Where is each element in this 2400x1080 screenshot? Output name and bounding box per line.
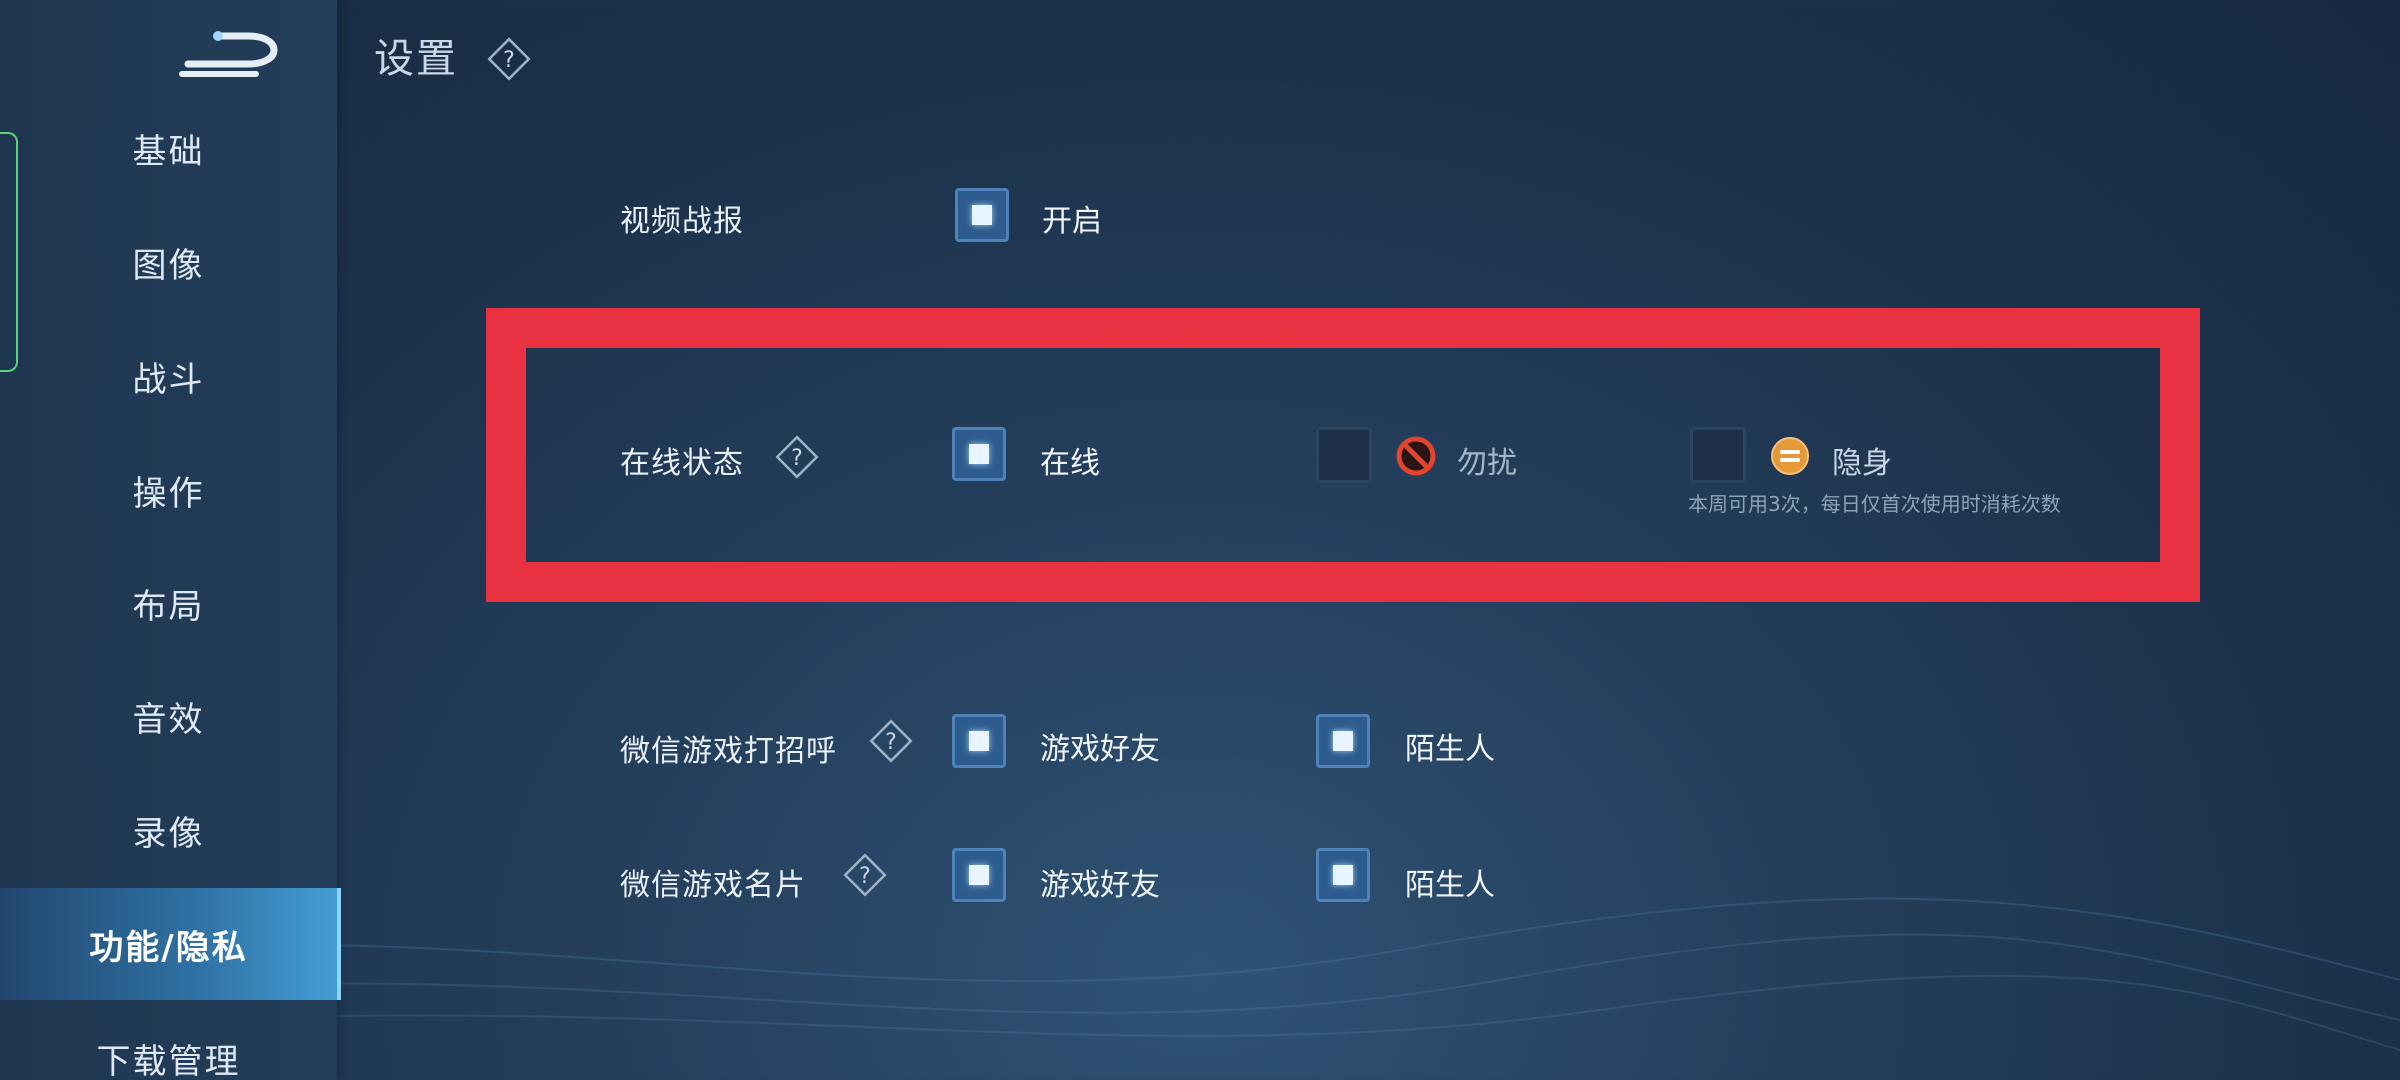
page-title: 设置 xyxy=(374,36,458,82)
wechat-card-help-icon[interactable]: ? xyxy=(842,852,888,898)
sidebar-item-graphics[interactable]: 图像 xyxy=(0,212,337,312)
sidebar-item-replay[interactable]: 录像 xyxy=(0,780,337,880)
svg-text:?: ? xyxy=(859,864,871,889)
wechat-greeting-label: 微信游戏打招呼 xyxy=(620,734,837,769)
wechat-greeting-friends-checkbox[interactable] xyxy=(952,714,1006,768)
sidebar-item-label: 功能/隐私 xyxy=(89,927,248,968)
sidebar-item-label: 下载管理 xyxy=(96,1041,241,1080)
no-disturb-option-label: 勿扰 xyxy=(1457,446,1517,481)
sidebar-item-sound[interactable]: 音效 xyxy=(0,666,337,766)
sidebar-item-combat[interactable]: 战斗 xyxy=(0,326,337,426)
svg-text:?: ? xyxy=(885,730,897,755)
svg-text:?: ? xyxy=(503,48,515,73)
wechat-card-friends-label: 游戏好友 xyxy=(1040,868,1160,903)
no-disturb-icon xyxy=(1396,436,1436,476)
wechat-card-friends-checkbox[interactable] xyxy=(952,848,1006,902)
wechat-greeting-friends-label: 游戏好友 xyxy=(1040,732,1160,767)
help-icon[interactable]: ? xyxy=(486,36,532,82)
background-wave-decoration xyxy=(0,897,2400,1051)
sidebar-item-download-management[interactable]: 下载管理 xyxy=(0,1010,337,1080)
invisible-option-checkbox[interactable] xyxy=(1690,427,1746,483)
wechat-card-strangers-checkbox[interactable] xyxy=(1316,848,1370,902)
sidebar-item-controls[interactable]: 操作 xyxy=(0,440,337,540)
online-status-help-icon[interactable]: ? xyxy=(774,434,820,480)
video-report-label: 视频战报 xyxy=(620,204,744,239)
video-report-checkbox[interactable] xyxy=(955,188,1009,242)
sidebar-item-features-privacy[interactable]: 功能/隐私 xyxy=(0,888,341,1000)
no-disturb-option-checkbox[interactable] xyxy=(1316,427,1372,483)
sidebar-item-label: 基础 xyxy=(132,131,205,172)
online-option-checkbox[interactable] xyxy=(952,427,1006,481)
sidebar-item-basic[interactable]: 基础 xyxy=(0,98,337,198)
sidebar-item-label: 录像 xyxy=(132,813,205,854)
sidebar-item-label: 布局 xyxy=(132,586,205,627)
wechat-greeting-strangers-label: 陌生人 xyxy=(1405,732,1495,767)
sidebar-item-layout[interactable]: 布局 xyxy=(0,553,337,653)
invisible-usage-note: 本周可用3次，每日仅首次使用时消耗次数 xyxy=(1688,492,2061,516)
sidebar-item-label: 战斗 xyxy=(132,359,205,400)
online-status-label: 在线状态 xyxy=(620,446,744,481)
invisible-option-label: 隐身 xyxy=(1832,446,1892,481)
svg-text:?: ? xyxy=(791,446,803,471)
invisible-icon xyxy=(1771,437,1809,475)
back-arrow-icon xyxy=(179,31,278,77)
sidebar-item-label: 音效 xyxy=(132,699,205,740)
wechat-card-label: 微信游戏名片 xyxy=(620,868,806,903)
sidebar-item-label: 操作 xyxy=(132,473,205,514)
online-option-label: 在线 xyxy=(1040,446,1100,481)
sidebar: 基础 图像 战斗 操作 布局 音效 录像 功能/隐私 下载管理 xyxy=(0,0,341,1080)
wechat-greeting-strangers-checkbox[interactable] xyxy=(1316,714,1370,768)
wechat-card-strangers-label: 陌生人 xyxy=(1405,868,1495,903)
sidebar-item-label: 图像 xyxy=(132,245,205,286)
wechat-greeting-help-icon[interactable]: ? xyxy=(868,718,914,764)
video-report-option-label: 开启 xyxy=(1042,204,1102,239)
back-button[interactable] xyxy=(178,28,282,84)
